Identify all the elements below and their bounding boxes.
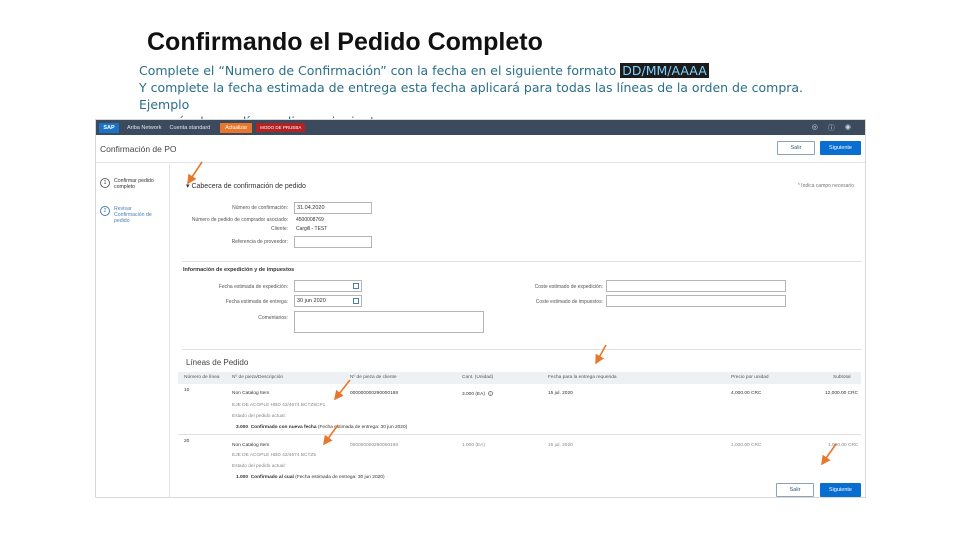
arrow-icon <box>187 161 203 185</box>
arrow-icon <box>334 379 351 401</box>
arrow-icon <box>821 443 837 466</box>
annotation-arrows <box>187 161 837 466</box>
arrow-icon <box>323 424 339 446</box>
arrow-icon <box>595 344 607 365</box>
